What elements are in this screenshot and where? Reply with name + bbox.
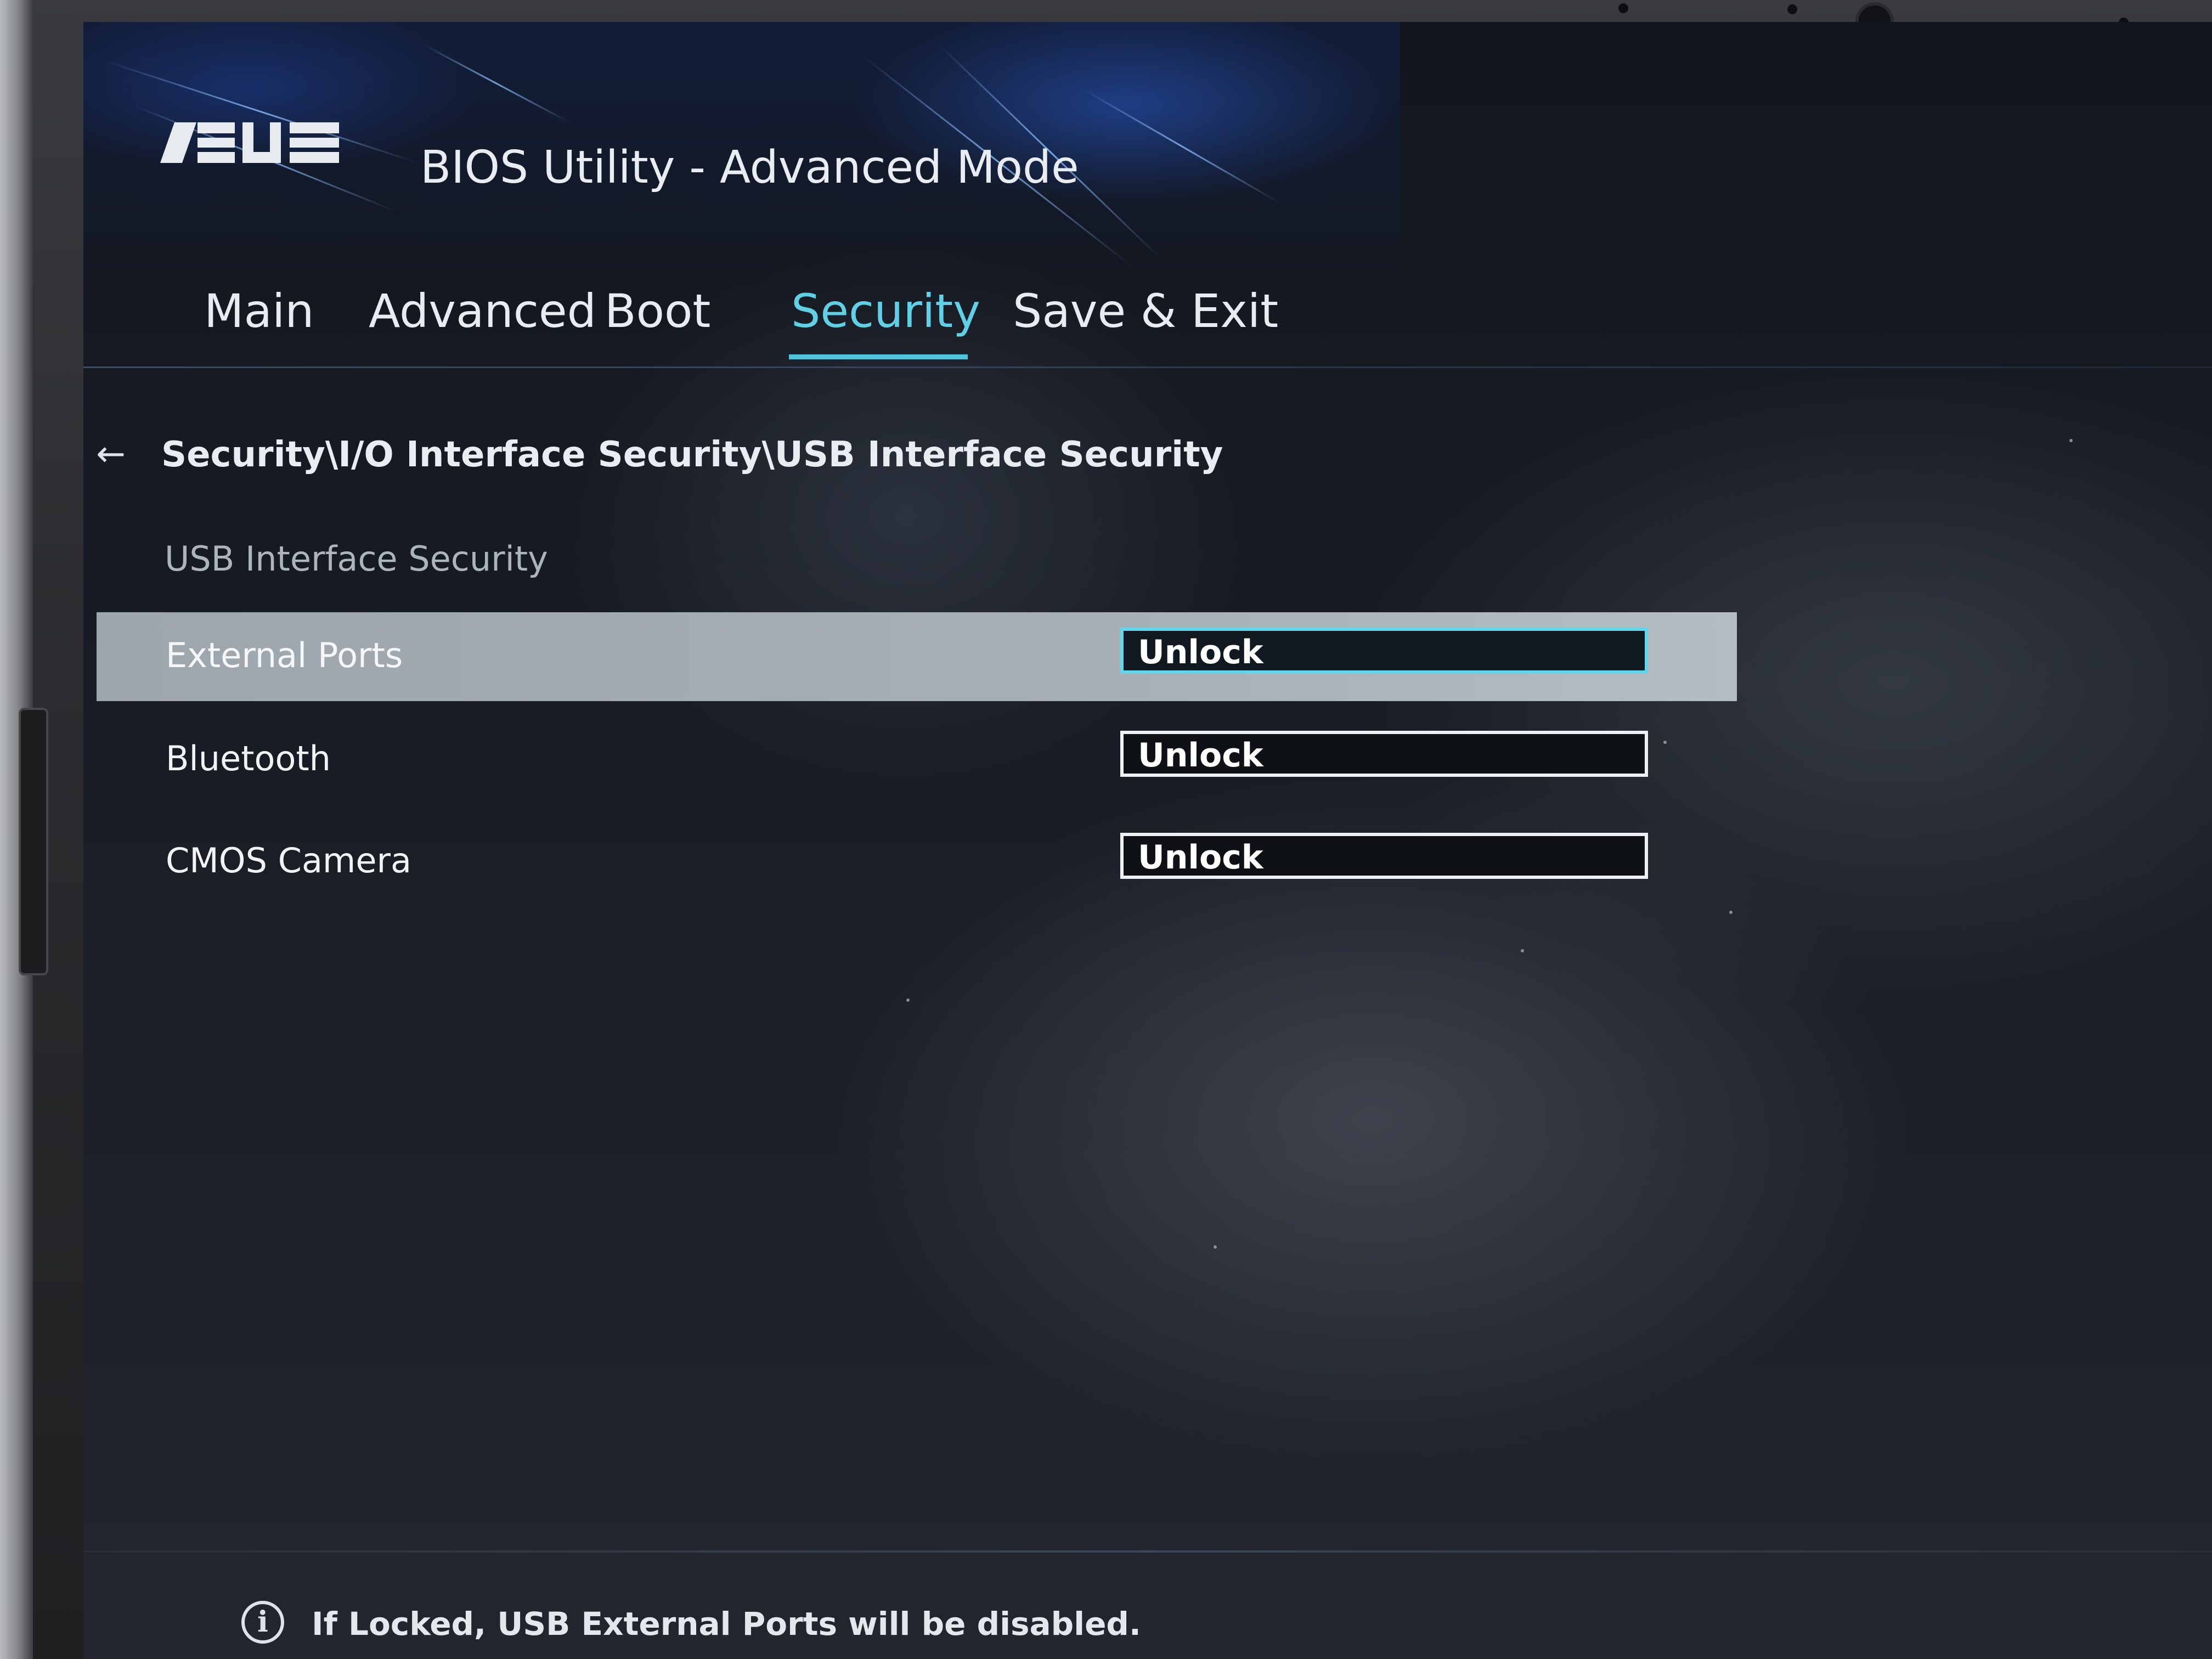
screen-speck [906,998,910,1002]
setting-label: Bluetooth [166,738,331,778]
bios-screen: BIOS Utility - Advanced Mode Main Advanc… [83,22,2212,1659]
tab-save-exit[interactable]: Save & Exit [1013,284,1278,338]
help-text: If Locked, USB External Ports will be di… [312,1605,1141,1643]
app-title: BIOS Utility - Advanced Mode [420,142,1079,194]
active-tab-indicator [789,354,968,359]
cmos-camera-select[interactable]: Unlock [1120,833,1648,879]
laptop-hinge [19,708,48,975]
setting-row-cmos-camera[interactable]: CMOS Camera Unlock [97,817,1737,906]
bezel-dot [1618,3,1628,13]
tab-advanced[interactable]: Advanced [369,284,596,338]
setting-value: Unlock [1138,838,1263,877]
arrow-left-icon[interactable]: ← [89,432,133,476]
breadcrumb: Security\I/O Interface Security\USB Inte… [161,435,1223,475]
tab-main[interactable]: Main [204,284,314,338]
header-divider [83,366,2212,368]
tab-boot[interactable]: Boot [605,284,710,338]
setting-label: CMOS Camera [166,840,411,881]
screen-speck [1663,741,1667,744]
external-ports-select[interactable]: Unlock [1120,628,1648,674]
bluetooth-select[interactable]: Unlock [1120,731,1648,777]
screen-speck [1214,1245,1217,1249]
setting-row-external-ports[interactable]: External Ports Unlock [97,612,1737,701]
setting-label: External Ports [166,635,403,675]
bezel-dot [1787,4,1797,14]
setting-value: Unlock [1138,633,1263,672]
footer-divider [83,1550,2212,1553]
info-icon: i [241,1601,284,1644]
screen-speck [2069,439,2073,442]
setting-row-bluetooth[interactable]: Bluetooth Unlock [97,715,1737,804]
screen-speck [1729,911,1733,914]
setting-value: Unlock [1138,736,1263,775]
tab-security[interactable]: Security [791,284,980,338]
section-title: USB Interface Security [165,539,548,579]
screen-speck [1521,949,1524,952]
asus-logo [160,122,339,163]
